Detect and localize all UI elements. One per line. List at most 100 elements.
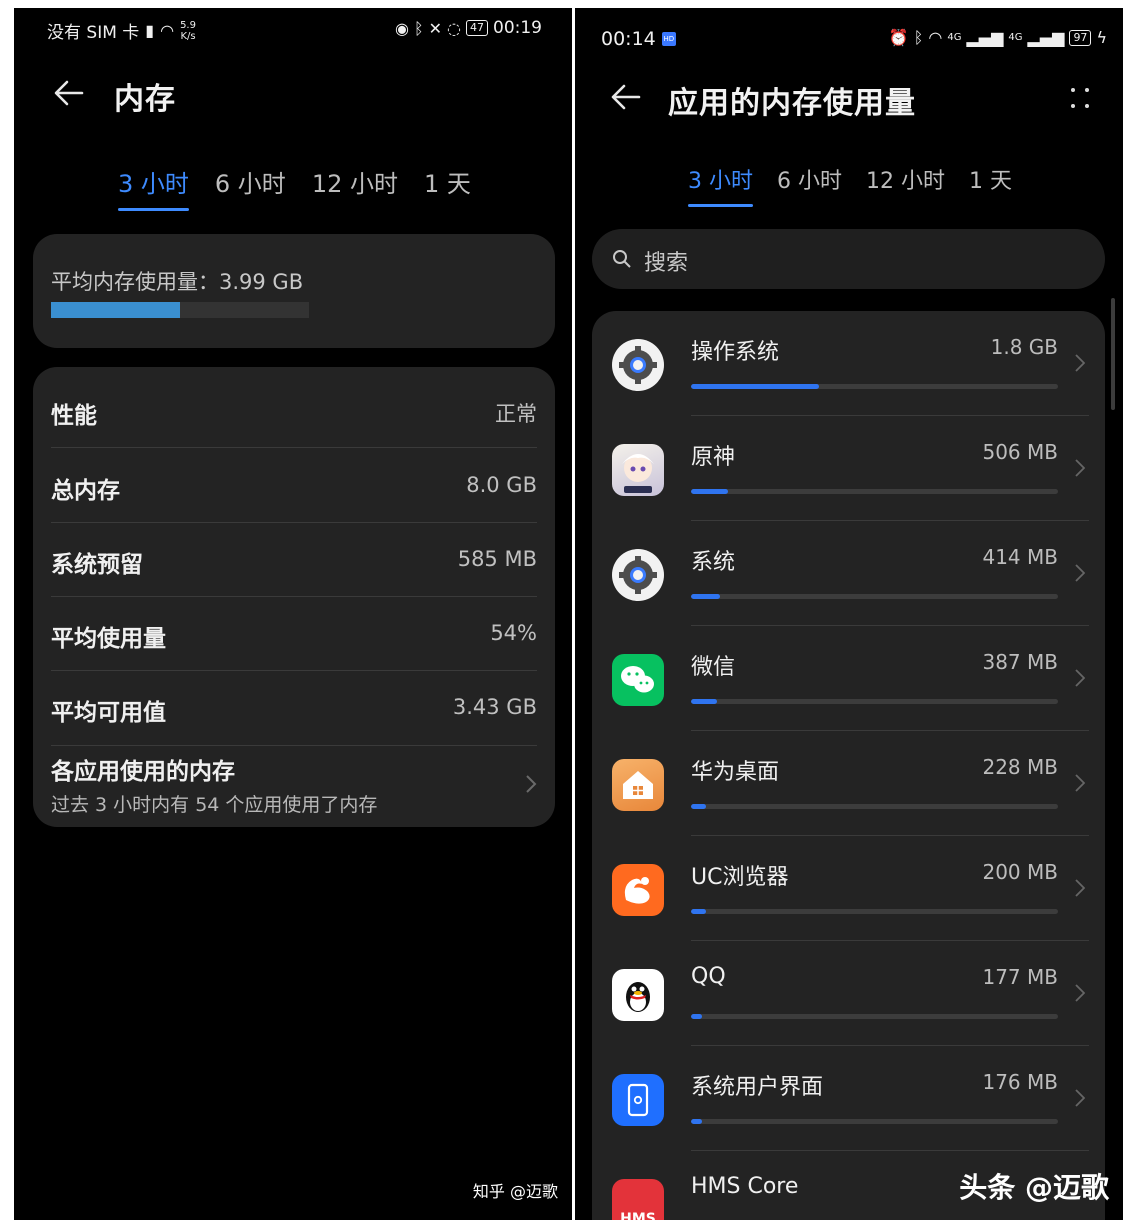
status-bar: 00:14 HD ⏰ ᛒ ◠ 4G ▂▄▆ 4G ▂▄▆ 97 ϟ bbox=[575, 8, 1123, 50]
list-item-system[interactable]: 系统 414 MB bbox=[592, 521, 1105, 626]
uc-icon bbox=[612, 864, 664, 916]
bluetooth-icon: ᛒ bbox=[913, 28, 924, 47]
chevron-right-icon bbox=[526, 775, 537, 793]
usage-bar bbox=[691, 909, 1058, 914]
scrollbar[interactable] bbox=[1111, 298, 1115, 410]
usage-bar bbox=[691, 699, 1058, 704]
app-size: 414 MB bbox=[982, 545, 1058, 569]
app-size: 176 MB bbox=[982, 1070, 1058, 1094]
average-usage-bar bbox=[51, 302, 309, 318]
nfc-icon: ◌ bbox=[447, 18, 461, 38]
app-name: 微信 bbox=[691, 655, 736, 680]
eye-icon: ◉ bbox=[395, 18, 410, 38]
chevron-right-icon bbox=[1075, 984, 1085, 1002]
carrier-text: 没有 SIM 卡 bbox=[47, 23, 140, 43]
chevron-right-icon bbox=[1075, 1089, 1085, 1107]
status-time: 00:14 bbox=[601, 28, 656, 50]
average-usage-fill bbox=[51, 302, 180, 318]
time-range-tabs: 3 小时 6 小时 12 小时 1 天 bbox=[688, 163, 1012, 207]
search-icon bbox=[613, 250, 631, 268]
status-bar: 没有 SIM 卡 ▮ ◠ 5.9 K/s ◉ ᛒ ✕ ◌ 47 00:19 bbox=[14, 8, 572, 50]
signal-icon: ▂▄▆ bbox=[1027, 28, 1065, 47]
battery-icon: 47 bbox=[466, 20, 488, 36]
tab-3h[interactable]: 3 小时 bbox=[118, 164, 189, 211]
chevron-right-icon bbox=[1075, 774, 1085, 792]
list-item-wechat[interactable]: 微信 387 MB bbox=[592, 626, 1105, 731]
page-title: 内存 bbox=[114, 82, 176, 117]
list-item-huawei-home[interactable]: 华为桌面 228 MB bbox=[592, 731, 1105, 836]
average-usage-label: 平均内存使用量：3.99 GB bbox=[51, 270, 304, 294]
back-arrow-icon[interactable] bbox=[52, 76, 86, 110]
list-item-qq[interactable]: QQ 177 MB bbox=[592, 941, 1105, 1046]
usage-bar bbox=[691, 1119, 1058, 1124]
signal-icon: ▂▄▆ bbox=[966, 28, 1004, 47]
chevron-right-icon bbox=[1075, 354, 1085, 372]
app-size: 387 MB bbox=[982, 650, 1058, 674]
tab-3h[interactable]: 3 小时 bbox=[688, 163, 753, 207]
back-arrow-icon[interactable] bbox=[609, 80, 643, 114]
hms-icon: HMS bbox=[612, 1179, 664, 1220]
app-size: 228 MB bbox=[982, 755, 1058, 779]
bluetooth-icon: ᛒ bbox=[414, 18, 424, 38]
more-options-icon[interactable] bbox=[1069, 86, 1093, 112]
list-item-system-ui[interactable]: 系统用户界面 176 MB bbox=[592, 1046, 1105, 1151]
sim-alert-icon: ▮ bbox=[145, 21, 155, 40]
tab-12h[interactable]: 12 小时 bbox=[312, 164, 398, 207]
app-name: HMS Core bbox=[691, 1174, 799, 1199]
app-name: 华为桌面 bbox=[691, 760, 780, 785]
usage-bar bbox=[691, 384, 1058, 389]
app-name: 系统 bbox=[691, 550, 736, 575]
list-item-uc-browser[interactable]: UC浏览器 200 MB bbox=[592, 836, 1105, 941]
row-average-usage: 平均使用量 54% bbox=[51, 597, 537, 671]
memory-details-card: 性能 正常 总内存 8.0 GB 系统预留 585 MB 平均使用量 54% 平… bbox=[33, 367, 555, 827]
app-size: 177 MB bbox=[982, 965, 1058, 989]
battery-icon: 97 bbox=[1069, 29, 1092, 46]
app-name: 操作系统 bbox=[691, 340, 780, 365]
usage-bar bbox=[691, 804, 1058, 809]
tab-12h[interactable]: 12 小时 bbox=[866, 163, 945, 203]
gear-icon bbox=[612, 339, 664, 391]
app-list-card: 操作系统 1.8 GB 原神 506 MB 系统 414 MB 微信 387 M… bbox=[592, 311, 1105, 1220]
genshin-icon bbox=[612, 444, 664, 496]
app-memory-screen: 00:14 HD ⏰ ᛒ ◠ 4G ▂▄▆ 4G ▂▄▆ 97 ϟ 应用的内存使… bbox=[575, 8, 1123, 1220]
chevron-right-icon bbox=[1075, 669, 1085, 687]
app-size: 1.8 GB bbox=[990, 335, 1058, 359]
search-placeholder: 搜索 bbox=[644, 251, 689, 276]
app-memory-link-label: 各应用使用的内存 bbox=[51, 759, 235, 785]
app-size: 200 MB bbox=[982, 860, 1058, 884]
app-size: 506 MB bbox=[982, 440, 1058, 464]
tab-1d[interactable]: 1 天 bbox=[969, 163, 1012, 203]
gear-icon bbox=[612, 549, 664, 601]
app-name: 原神 bbox=[691, 445, 736, 470]
wifi-icon: ◠ bbox=[928, 28, 943, 47]
app-memory-link[interactable]: 各应用使用的内存 过去 3 小时内有 54 个应用使用了内存 bbox=[51, 746, 537, 827]
list-item-genshin[interactable]: 原神 506 MB bbox=[592, 416, 1105, 521]
mute-icon: ✕ bbox=[428, 18, 443, 38]
chevron-right-icon bbox=[1075, 879, 1085, 897]
status-time: 00:19 bbox=[493, 18, 542, 38]
average-usage-card: 平均内存使用量：3.99 GB bbox=[33, 234, 555, 348]
system-ui-icon bbox=[612, 1074, 664, 1126]
list-item-os[interactable]: 操作系统 1.8 GB bbox=[592, 311, 1105, 416]
time-range-tabs: 3 小时 6 小时 12 小时 1 天 bbox=[118, 164, 471, 211]
wechat-icon bbox=[612, 654, 664, 706]
row-system-reserved: 系统预留 585 MB bbox=[51, 523, 537, 597]
app-name: QQ bbox=[691, 964, 726, 989]
qq-icon bbox=[612, 969, 664, 1021]
signal-4g-1: 4G bbox=[947, 32, 962, 43]
memory-screen: 没有 SIM 卡 ▮ ◠ 5.9 K/s ◉ ᛒ ✕ ◌ 47 00:19 内存 … bbox=[14, 8, 572, 1220]
hd-badge-icon: HD bbox=[661, 32, 676, 46]
tab-6h[interactable]: 6 小时 bbox=[777, 163, 842, 203]
row-total-memory: 总内存 8.0 GB bbox=[51, 448, 537, 523]
tab-1d[interactable]: 1 天 bbox=[424, 164, 471, 207]
row-average-available: 平均可用值 3.43 GB bbox=[51, 671, 537, 746]
app-memory-link-subtitle: 过去 3 小时内有 54 个应用使用了内存 bbox=[51, 794, 378, 816]
chevron-right-icon bbox=[1075, 564, 1085, 582]
chevron-right-icon bbox=[1075, 459, 1085, 477]
usage-bar bbox=[691, 1014, 1058, 1019]
tab-6h[interactable]: 6 小时 bbox=[215, 164, 286, 207]
watermark: 头条 @迈歌 bbox=[959, 1171, 1109, 1204]
network-speed: 5.9 K/s bbox=[180, 19, 196, 42]
app-name: UC浏览器 bbox=[691, 865, 789, 890]
search-input[interactable]: 搜索 bbox=[592, 229, 1105, 289]
